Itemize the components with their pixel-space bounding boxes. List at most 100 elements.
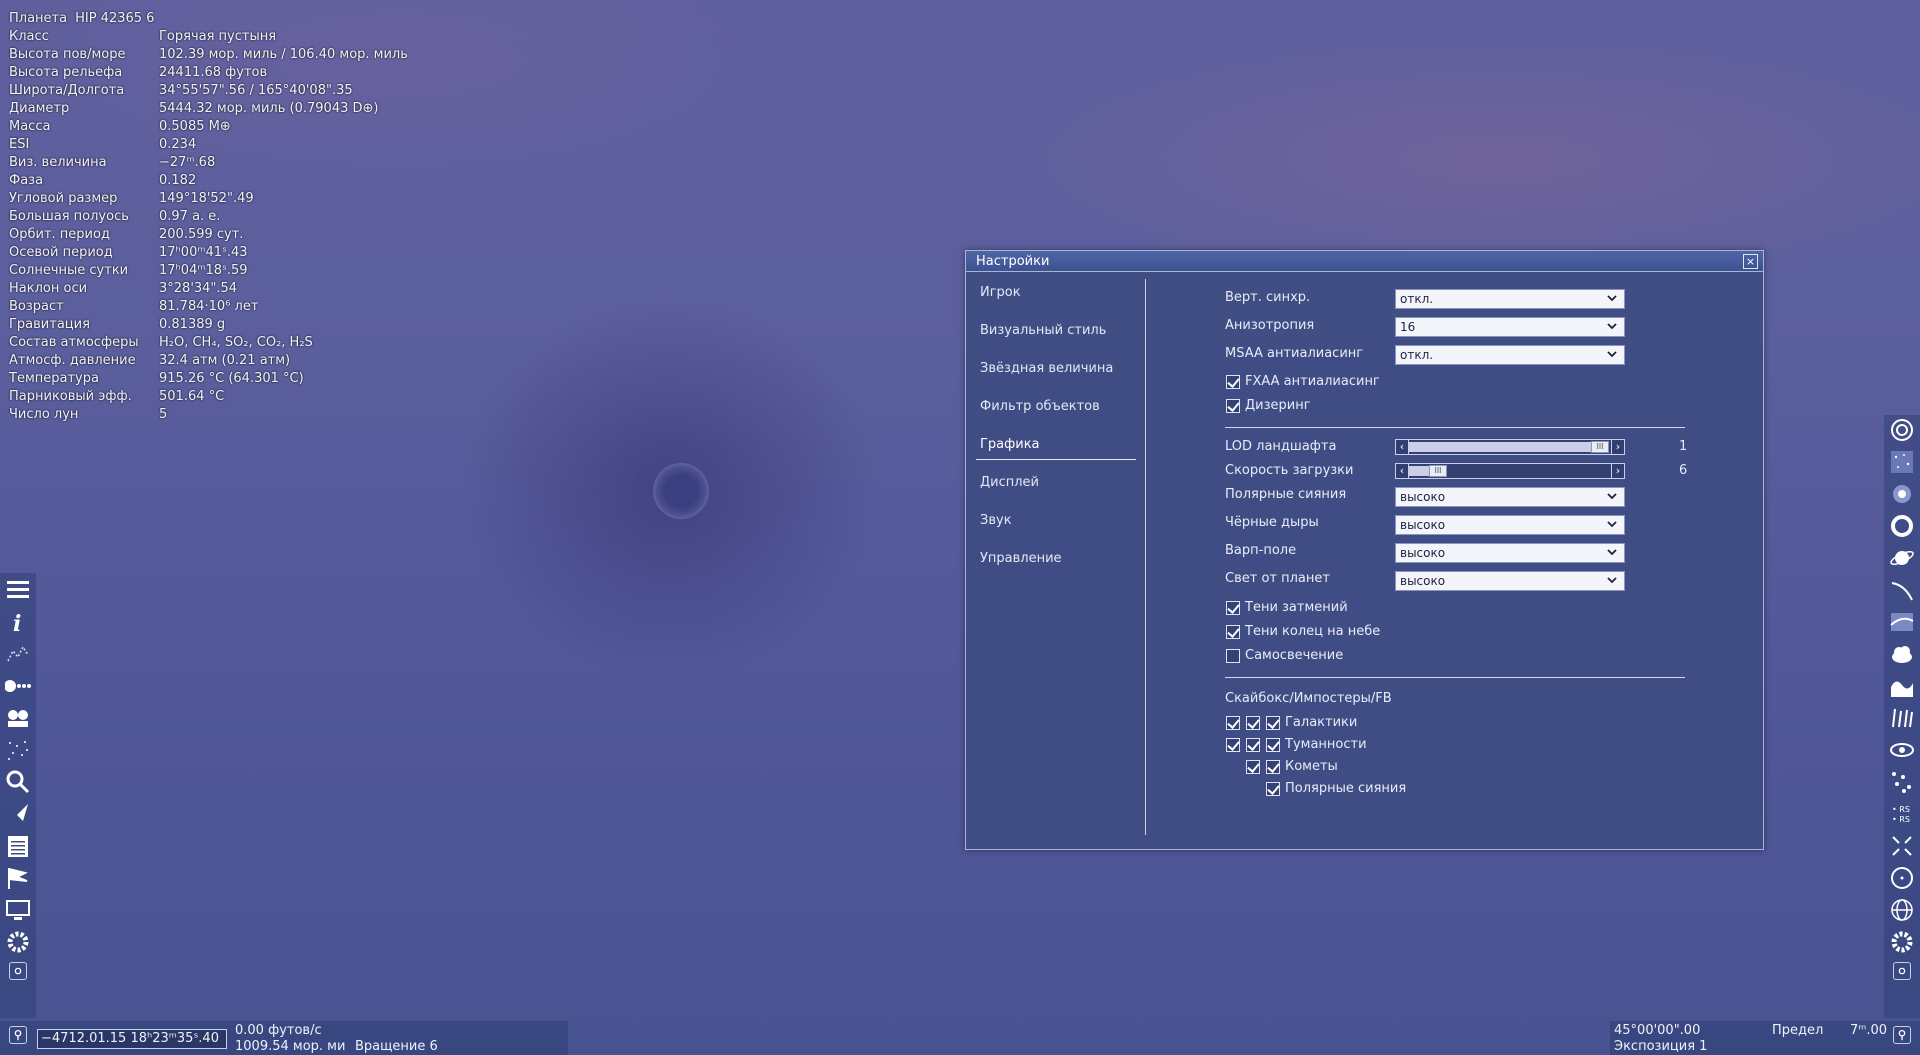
globe-icon[interactable]: [1887, 895, 1917, 925]
aurora-label: Полярные сияния: [1225, 487, 1347, 502]
slider-left-arrow[interactable]: ‹: [1395, 463, 1409, 479]
info-key: Возраст: [9, 299, 64, 314]
info-row: Масса 0.5085 M⊕: [9, 118, 408, 136]
aurora-fb-checkbox[interactable]: [1266, 782, 1280, 796]
galaxies-skybox-checkbox[interactable]: [1226, 716, 1240, 730]
nav-item-magnitude[interactable]: Звёздная величина: [976, 354, 1136, 384]
date-time-field[interactable]: −4712.01.15 18ʰ23ᵐ35ˢ.40: [37, 1029, 227, 1049]
ring-nebula-icon[interactable]: [1887, 511, 1917, 541]
info-value: 149°18'52".49: [159, 191, 254, 206]
load-speed-slider[interactable]: ‹ lll ›: [1395, 463, 1625, 479]
lod-label: LOD ландшафта: [1225, 439, 1337, 454]
nav-item-player[interactable]: Игрок: [976, 278, 1136, 308]
clouds-icon[interactable]: [1887, 639, 1917, 669]
monitor-icon[interactable]: [3, 895, 33, 925]
menu-icon[interactable]: [3, 575, 33, 605]
rs-icon[interactable]: • RS • RS: [1887, 799, 1917, 829]
circle-icon[interactable]: [1887, 863, 1917, 893]
terrain-icon[interactable]: [1887, 607, 1917, 637]
info-value: 34°55'57".56 / 165°40'08".35: [159, 83, 353, 98]
star-field-icon[interactable]: [1887, 447, 1917, 477]
info-value: 5: [159, 407, 168, 422]
info-key: Орбит. период: [9, 227, 110, 242]
gear-icon[interactable]: [1887, 927, 1917, 957]
warp-select[interactable]: высоко: [1395, 543, 1625, 563]
faces-icon[interactable]: [3, 703, 33, 733]
chevron-down-icon: [1607, 521, 1617, 528]
nav-item-controls[interactable]: Управление: [976, 544, 1136, 574]
pin-icon[interactable]: [1893, 1026, 1911, 1044]
close-icon[interactable]: ×: [1743, 254, 1758, 269]
info-key: Температура: [9, 371, 99, 386]
nav-item-visual-style[interactable]: Визуальный стиль: [976, 316, 1136, 346]
search-icon[interactable]: [3, 767, 33, 797]
stars-icon[interactable]: [3, 735, 33, 765]
self-shadow-checkbox[interactable]: [1226, 649, 1240, 663]
nav-item-graphics[interactable]: Графика: [976, 430, 1136, 460]
eclipse-shadows-checkbox[interactable]: [1226, 601, 1240, 615]
skybox-header: Скайбокс/Импостеры/FB: [1225, 691, 1392, 706]
galaxies-fb-checkbox[interactable]: [1266, 716, 1280, 730]
nebulae-skybox-checkbox[interactable]: [1226, 738, 1240, 752]
collapse-icon[interactable]: [1887, 831, 1917, 861]
msaa-select[interactable]: откл.: [1395, 345, 1625, 365]
nav-item-sound[interactable]: Звук: [976, 506, 1136, 536]
slider-left-arrow[interactable]: ‹: [1395, 439, 1409, 455]
gear-icon[interactable]: [3, 927, 33, 957]
comets-fb-checkbox[interactable]: [1266, 760, 1280, 774]
nebulae-fb-checkbox[interactable]: [1266, 738, 1280, 752]
info-icon[interactable]: i: [3, 607, 33, 637]
spiral-galaxy-icon[interactable]: [1887, 415, 1917, 445]
ring-shadows-checkbox[interactable]: [1226, 625, 1240, 639]
chevron-down-icon: [1607, 351, 1617, 358]
screenshot-icon[interactable]: [1893, 962, 1911, 980]
slider-thumb[interactable]: lll: [1591, 441, 1609, 453]
slider-track[interactable]: lll: [1409, 439, 1611, 455]
screenshot-icon[interactable]: [9, 962, 27, 980]
msaa-value: откл.: [1400, 348, 1434, 362]
info-key: Класс: [9, 29, 49, 44]
flags-icon[interactable]: [3, 863, 33, 893]
comet-icon[interactable]: [3, 671, 33, 701]
vsync-select[interactable]: откл.: [1395, 289, 1625, 309]
settings-title-bar[interactable]: Настройки ×: [966, 251, 1763, 272]
slider-track[interactable]: lll: [1409, 463, 1611, 479]
dithering-checkbox[interactable]: [1226, 399, 1240, 413]
planet-icon[interactable]: [1887, 543, 1917, 573]
nebula-icon[interactable]: [1887, 479, 1917, 509]
info-row: ESI 0.234: [9, 136, 408, 154]
anisotropy-label: Анизотропия: [1225, 318, 1315, 333]
pin-icon[interactable]: [9, 1026, 27, 1044]
comets-impostor-checkbox[interactable]: [1246, 760, 1260, 774]
info-value: Горячая пустыня: [159, 29, 277, 44]
black-holes-select[interactable]: высоко: [1395, 515, 1625, 535]
notepad-icon[interactable]: [3, 831, 33, 861]
ship-icon[interactable]: [3, 799, 33, 829]
nebulae-impostor-checkbox[interactable]: [1246, 738, 1260, 752]
info-value: 17ʰ04ᵐ18ˢ.59: [159, 263, 248, 278]
points-icon[interactable]: [1887, 767, 1917, 797]
constellation-icon[interactable]: [3, 639, 33, 669]
water-icon[interactable]: [1887, 671, 1917, 701]
info-row: Атмосф. давление 32.4 атм (0.21 атм): [9, 352, 408, 370]
slider-thumb[interactable]: lll: [1429, 465, 1447, 477]
anisotropy-select[interactable]: 16: [1395, 317, 1625, 337]
planet-light-select[interactable]: высоко: [1395, 571, 1625, 591]
lod-slider[interactable]: ‹ lll ›: [1395, 439, 1625, 455]
orbit-icon[interactable]: [1887, 575, 1917, 605]
nav-item-object-filter[interactable]: Фильтр объектов: [976, 392, 1136, 422]
slider-right-arrow[interactable]: ›: [1611, 463, 1625, 479]
info-value: 81.784·10⁶ лет: [159, 299, 259, 314]
galaxies-impostor-checkbox[interactable]: [1246, 716, 1260, 730]
aurora-select[interactable]: высоко: [1395, 487, 1625, 507]
eclipse-shadows-label: Тени затмений: [1245, 600, 1348, 615]
eye-icon[interactable]: [1887, 735, 1917, 765]
info-row: Угловой размер 149°18'52".49: [9, 190, 408, 208]
info-value: 24411.68 футов: [159, 65, 268, 80]
fxaa-checkbox[interactable]: [1226, 375, 1240, 389]
aurora-icon[interactable]: [1887, 703, 1917, 733]
info-value: H₂O, CH₄, SO₂, CO₂, H₂S: [159, 335, 313, 350]
info-value: 0.97 а. е.: [159, 209, 221, 224]
nav-item-display[interactable]: Дисплей: [976, 468, 1136, 498]
slider-right-arrow[interactable]: ›: [1611, 439, 1625, 455]
